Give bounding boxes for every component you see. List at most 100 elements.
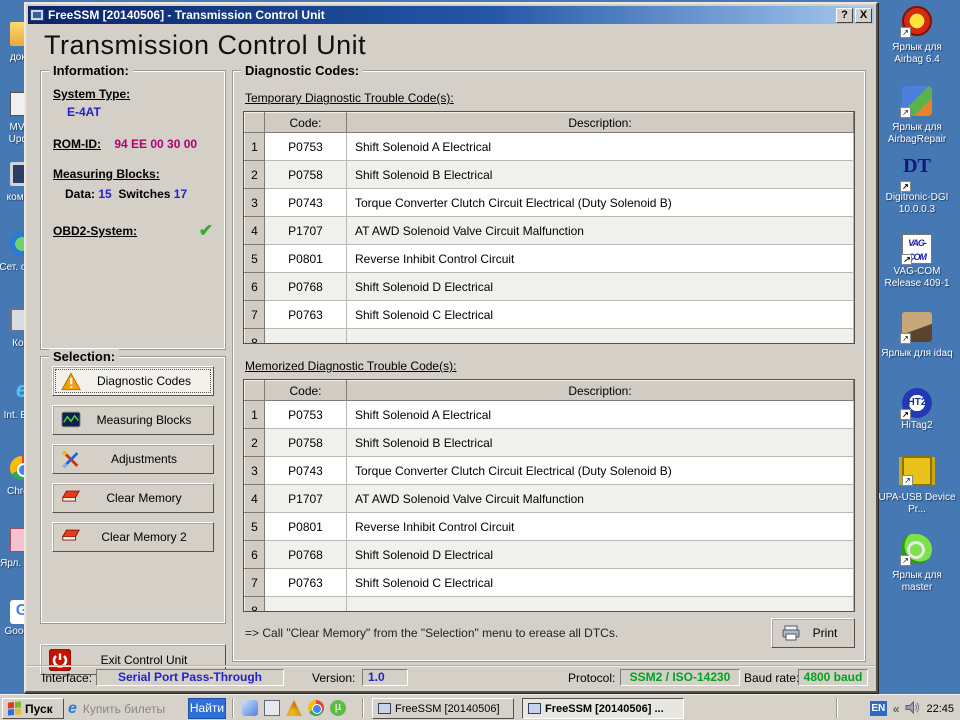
clock: 22:45 (926, 702, 954, 715)
start-button[interactable]: Пуск (2, 698, 64, 719)
shortcut-arrow-icon: ↗ (902, 475, 913, 486)
desktop: док... MVCI Upd... комп... Сет. окр... Ко...… (0, 0, 960, 720)
taskbar-search-field[interactable]: e Купить билеты (68, 698, 186, 719)
volume-icon[interactable] (905, 700, 920, 717)
master-icon: ↗ (900, 534, 932, 566)
desktop-icon-vag-com-release-409-1[interactable]: ↗VAG-COM Release 409-1 (878, 234, 956, 290)
dtc-code-cell: P0801 (264, 512, 347, 541)
dtc-code-cell: P0743 (264, 188, 347, 217)
tools-icon (61, 450, 81, 469)
dtc-description-cell: Shift Solenoid D Electrical (346, 272, 854, 301)
desktop-icon-ярлык-для-idaq[interactable]: ↗ Ярлык для idaq (878, 312, 956, 360)
freessm-app-icon (30, 9, 44, 21)
table-row: 3 P0743 Torque Converter Clutch Circuit El… (244, 188, 854, 217)
system-type-label: System Type: (53, 87, 131, 101)
airbag-icon: ↗ (900, 6, 932, 38)
dtc-description-cell: Torque Converter Clutch Circuit Electric… (346, 456, 854, 485)
tray-chevron-icon[interactable]: « (893, 702, 900, 716)
selection-button-clear-memory-2[interactable]: Clear Memory 2 (52, 522, 214, 552)
row-number-cell: 7 (244, 300, 265, 329)
close-button[interactable]: X (855, 7, 872, 23)
obd2-label: OBD2-System: (53, 224, 138, 238)
table-row: 4 P1707 AT AWD Solenoid Valve Circuit Malf… (244, 484, 854, 513)
diagnostic-codes-groupbox: Diagnostic Codes: Temporary Diagnostic T… (232, 63, 866, 662)
dtc-code-cell (264, 328, 347, 343)
row-number-cell: 8 (244, 596, 265, 611)
selection-buttons: Diagnostic Codes Measuring Blocks Adjustme… (41, 366, 225, 552)
dtc-description-cell (346, 596, 854, 611)
taskbar-window-1[interactable]: FreeSSM [20140506] (372, 698, 514, 719)
selection-button-clear-memory[interactable]: Clear Memory (52, 483, 214, 513)
print-button[interactable]: Print (771, 618, 855, 648)
dtc-code-cell: P0753 (264, 132, 347, 161)
shortcut-arrow-icon: ↗ (900, 181, 911, 192)
freessm-window: FreeSSM [20140506] - Transmission Contro… (24, 2, 878, 693)
desktop-icon-ярлык-для-master[interactable]: ↗ Ярлык для master (878, 534, 956, 594)
taskbar-window-label: FreeSSM [20140506] (395, 702, 500, 715)
selection-button-diagnostic-codes[interactable]: Diagnostic Codes (52, 366, 214, 396)
switches-label: Switches (118, 187, 171, 201)
dtc-description-cell: Reverse Inhibit Control Circuit (346, 244, 854, 273)
table-row: 8 (244, 596, 854, 611)
row-number-cell: 3 (244, 456, 265, 485)
desktop-icon-digitronic-dgi-10-0-0-3[interactable]: ↗Digitronic-DGI 10.0.0.3 (878, 160, 956, 216)
checkmark-icon: ✔ (198, 221, 213, 240)
table-row: 8 (244, 328, 854, 343)
dtc-code-cell: P0768 (264, 272, 347, 301)
eraser-icon (61, 489, 81, 508)
dtc-description-cell (346, 328, 854, 343)
printer-icon (782, 625, 800, 641)
desktop-icon-label: Ярлык для master (892, 570, 942, 593)
desktop-icon-upa-usb-device-pr[interactable]: ↗ UPA-USB Device Pr... (878, 456, 956, 516)
dtc-code-cell: P0763 (264, 568, 347, 597)
memorized-dtc-label: Memorized Diagnostic Trouble Code(s): (245, 359, 457, 373)
window-titlebar[interactable]: FreeSSM [20140506] - Transmission Contro… (28, 6, 874, 24)
notes-icon[interactable] (264, 700, 280, 716)
table-row: 1 P0753 Shift Solenoid A Electrical (244, 400, 854, 429)
rom-id-row: ROM-ID: 94 EE 00 30 00 (53, 137, 225, 151)
desktop-icon-hitag2[interactable]: ↗HiTag2 (878, 388, 956, 432)
dtc-description-cell: Shift Solenoid D Electrical (346, 540, 854, 569)
dtc-description-cell: Shift Solenoid A Electrical (346, 132, 854, 161)
temporary-dtc-table[interactable]: Code: Description: 1 P0753 Shift Solenoid … (243, 111, 855, 344)
version-label: Version: (312, 671, 356, 685)
vagcom-icon: ↗ (901, 234, 932, 265)
dtc-description-cell: AT AWD Solenoid Valve Circuit Malfunctio… (346, 484, 854, 513)
desktop-icon-ярлык-для-airbag-6-4[interactable]: ↗ Ярлык для Airbag 6.4 (878, 6, 956, 66)
table-row: 7 P0763 Shift Solenoid C Electrical (244, 568, 854, 597)
hitag2-icon: ↗ (900, 388, 932, 420)
rom-id-label: ROM-ID: (53, 137, 101, 151)
dtc-description-cell: Shift Solenoid B Electrical (346, 160, 854, 189)
selection-button-measuring-blocks[interactable]: Measuring Blocks (52, 405, 214, 435)
dtc-description-cell: Shift Solenoid C Electrical (346, 300, 854, 329)
taskbar-window-2[interactable]: FreeSSM [20140506] ... (522, 698, 684, 719)
memorized-dtc-table[interactable]: Code: Description: 1 P0753 Shift Solenoid … (243, 379, 855, 612)
code-column-header: Code: (264, 380, 347, 401)
chrome-icon[interactable] (308, 700, 324, 716)
baud-rate-label: Baud rate: (744, 671, 800, 685)
flame-icon[interactable] (286, 700, 302, 716)
shortcut-arrow-icon: ↗ (900, 27, 911, 38)
utorrent-icon[interactable] (330, 700, 346, 716)
find-button[interactable]: Найти (188, 698, 226, 719)
dtc-description-cell: Torque Converter Clutch Circuit Electric… (346, 188, 854, 217)
language-indicator[interactable]: EN (869, 701, 887, 716)
upausb-icon: ↗ (902, 456, 932, 486)
help-button[interactable]: ? (836, 7, 853, 23)
protocol-label: Protocol: (568, 671, 616, 685)
dtc-description-cell: Shift Solenoid C Electrical (346, 568, 854, 597)
dtc-code-cell: P0753 (264, 400, 347, 429)
description-column-header: Description: (346, 112, 854, 133)
page-title: Transmission Control Unit (44, 30, 367, 60)
warning-triangle-icon (61, 372, 81, 391)
taskbar-separator (232, 698, 234, 718)
desktop-icon-ярлык-для-airbagrepair[interactable]: ↗ Ярлык для AirbagRepair (878, 86, 956, 146)
digitronic-icon: ↗ (900, 160, 932, 192)
row-number-cell: 6 (244, 272, 265, 301)
row-number-cell: 5 (244, 512, 265, 541)
desktop-icon-label: Digitronic-DGI 10.0.0.3 (885, 192, 949, 215)
desktop-icon-label: Ярлык для AirbagRepair (887, 122, 947, 145)
measuring-blocks-label: Measuring Blocks: (53, 167, 160, 181)
mail-icon[interactable] (242, 700, 258, 716)
selection-button-adjustments[interactable]: Adjustments (52, 444, 214, 474)
